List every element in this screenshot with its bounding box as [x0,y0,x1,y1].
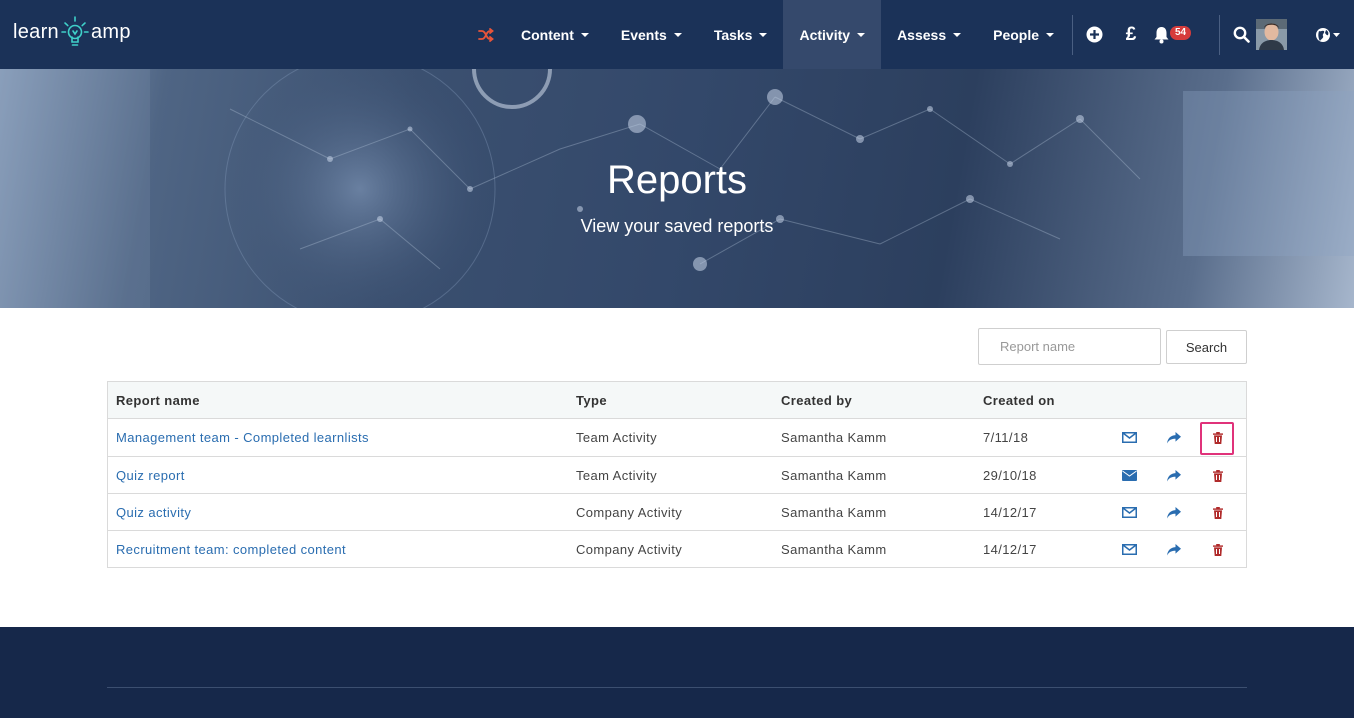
report-created-by: Samantha Kamm [781,505,887,520]
nav-events-label: Events [620,26,667,43]
share-icon[interactable] [1167,431,1181,444]
caret-down-icon [759,32,768,37]
share-cell [1165,457,1183,494]
pound-icon[interactable]: £ [1113,0,1149,69]
header-type: Type [576,393,607,408]
logo-text-amp: amp [90,20,131,43]
delete-cell [1209,457,1227,494]
delete-cell [1209,494,1227,531]
nav-divider [1072,14,1074,55]
search-button[interactable]: Search [1166,330,1247,364]
table-row: Recruitment team: completed content Comp… [108,530,1246,567]
search-icon[interactable] [1222,0,1260,69]
report-created-by: Samantha Kamm [781,430,887,445]
report-created-on: 14/12/17 [983,542,1037,557]
mail-cell [1120,494,1138,531]
report-name-link[interactable]: Quiz report [116,457,185,494]
trash-icon[interactable] [1213,543,1223,556]
page-title: Reports [606,158,748,202]
report-type: Team Activity [576,430,658,445]
share-icon[interactable] [1167,506,1181,519]
nav-divider [1219,14,1221,55]
notification-badge: 54 [1170,26,1192,40]
nav-content-label: Content [521,26,574,43]
table-row: Management team - Completed learnlists T… [108,419,1246,456]
nav-events[interactable]: Events [605,0,698,69]
nav-activity-label: Activity [799,26,851,43]
top-navbar: learn amp Content Events Tasks Activity … [0,0,1354,69]
report-type: Team Activity [576,468,658,483]
nav-people-label: People [993,26,1040,43]
nav-tasks-label: Tasks [713,26,753,43]
table-row: Quiz report Team Activity Samantha Kamm … [108,456,1246,493]
report-created-on: 7/11/18 [983,430,1029,445]
plus-circle-icon[interactable] [1075,0,1113,69]
email-icon[interactable] [1121,544,1137,555]
share-cell [1165,531,1183,568]
header-created-by: Created by [781,393,853,408]
avatar[interactable] [1256,19,1287,50]
report-name-link[interactable]: Quiz activity [116,494,191,531]
share-icon[interactable] [1167,469,1181,482]
header-report-name: Report name [116,393,200,408]
report-created-on: 29/10/18 [983,468,1037,483]
table-header-row: Report name Type Created by Created on [108,382,1246,419]
report-created-by: Samantha Kamm [781,542,887,557]
page-footer [0,627,1354,718]
lightbulb-icon [61,16,89,46]
footer-divider [107,687,1247,688]
caret-down-icon [1046,32,1055,37]
report-type: Company Activity [576,505,683,520]
globe-icon[interactable] [1310,0,1346,69]
main-nav: Content Events Tasks Activity Assess Peo… [467,0,1260,69]
report-name-search-input[interactable] [978,328,1161,365]
trash-icon[interactable] [1213,431,1223,444]
caret-down-icon [580,32,589,37]
nav-activity[interactable]: Activity [783,0,882,69]
nav-assess-label: Assess [897,26,947,43]
caret-down-icon [857,32,866,37]
logo-text-learn: learn [13,20,59,43]
share-icon[interactable] [1167,543,1181,556]
nav-content[interactable]: Content [505,0,605,69]
report-name-link[interactable]: Recruitment team: completed content [116,531,346,568]
report-type: Company Activity [576,542,683,557]
report-created-by: Samantha Kamm [781,468,887,483]
email-icon[interactable] [1121,432,1137,443]
caret-down-icon [673,32,682,37]
share-cell [1165,419,1183,456]
trash-icon[interactable] [1213,469,1223,482]
header-created-on: Created on [983,393,1055,408]
shuffle-icon[interactable] [467,0,505,69]
hero-banner: Reports View your saved reports [0,69,1354,308]
email-filled-icon[interactable] [1121,470,1137,481]
nav-people[interactable]: People [977,0,1070,69]
report-created-on: 14/12/17 [983,505,1037,520]
nav-assess[interactable]: Assess [881,0,977,69]
mail-cell [1120,419,1138,456]
caret-down-icon [953,32,962,37]
delete-cell [1209,419,1227,456]
mail-cell [1120,531,1138,568]
learnamp-logo[interactable]: learn amp [13,14,131,50]
trash-icon[interactable] [1213,506,1223,519]
table-row: Quiz activity Company Activity Samantha … [108,493,1246,530]
reports-table: Report name Type Created by Created on M… [107,381,1247,568]
email-icon[interactable] [1121,507,1137,518]
mail-cell [1120,457,1138,494]
report-name-link[interactable]: Management team - Completed learnlists [116,419,369,456]
nav-tasks[interactable]: Tasks [698,0,784,69]
share-cell [1165,494,1183,531]
delete-cell [1209,531,1227,568]
page-subtitle: View your saved reports [580,216,774,236]
currency-symbol: £ [1125,23,1137,45]
